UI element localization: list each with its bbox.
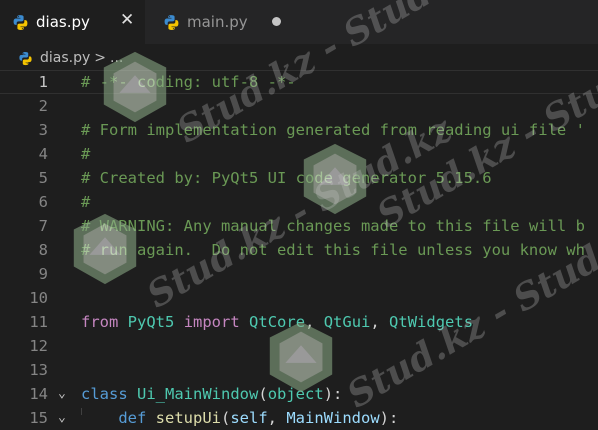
code-token: ): [323, 385, 343, 403]
code-text: from PyQt5 import QtCore, QtGui, QtWidge… [81, 310, 473, 334]
code-token: QtWidgets [389, 313, 474, 331]
line-number: 14 [29, 385, 48, 403]
code-line[interactable]: 7 # WARNING: Any manual changes made to t… [0, 214, 598, 238]
code-line[interactable]: 6 # [0, 190, 598, 214]
code-token: QtGui [323, 313, 371, 331]
code-token: # -*- coding: utf-8 -*- [81, 73, 296, 91]
code-line[interactable]: 1 # -*- coding: utf-8 -*- [0, 70, 598, 94]
code-token: ): [379, 409, 399, 427]
tab-bar: dias.py ✕ main.py [0, 0, 598, 44]
code-line[interactable]: 9 [0, 262, 598, 286]
code-token: def [118, 409, 147, 427]
code-token: object [267, 385, 324, 403]
code-token: ( [258, 385, 268, 403]
fold-chevron-icon[interactable]: ⌄ [58, 406, 72, 430]
line-number: 5 [38, 169, 48, 187]
code-token: setupUi [155, 409, 221, 427]
code-token: # [81, 193, 91, 211]
chevron-right-icon: > [94, 50, 107, 66]
line-number: 2 [38, 97, 48, 115]
breadcrumb-file[interactable]: dias.py [40, 50, 90, 66]
line-number: 7 [38, 217, 48, 235]
code-token: , [370, 313, 390, 331]
code-text: # run again. Do not edit this file unles… [81, 238, 585, 262]
code-text: def setupUi(self, MainWindow): [81, 406, 398, 430]
tab-label: main.py [187, 13, 248, 31]
code-line[interactable]: 8 # run again. Do not edit this file unle… [0, 238, 598, 262]
line-number: 11 [29, 313, 48, 331]
unsaved-dot-icon[interactable] [272, 17, 281, 26]
python-file-icon [12, 14, 29, 31]
fold-chevron-icon[interactable]: ⌄ [58, 382, 72, 406]
tab-main-py[interactable]: main.py [145, 0, 300, 44]
code-token: PyQt5 [127, 313, 175, 331]
code-token: # Created by: PyQt5 UI code generator 5.… [81, 169, 492, 187]
code-token: , [305, 313, 324, 331]
close-icon[interactable]: ✕ [120, 12, 134, 29]
code-text: # Created by: PyQt5 UI code generator 5.… [81, 166, 492, 190]
line-number: 10 [29, 289, 48, 307]
code-token: import [183, 313, 240, 331]
code-token: , [267, 409, 287, 427]
python-file-icon [18, 51, 33, 66]
breadcrumb: dias.py > ... [0, 44, 598, 72]
code-text: # Form implementation generated from rea… [81, 118, 585, 142]
code-line[interactable]: 13 [0, 358, 598, 382]
code-text: # WARNING: Any manual changes made to th… [81, 214, 585, 238]
line-number: 6 [38, 193, 48, 211]
code-token: QtCore [249, 313, 306, 331]
line-number: 1 [38, 73, 48, 91]
code-line[interactable]: 14 ⌄ class Ui_MainWindow(object): [0, 382, 598, 406]
line-number: 3 [38, 121, 48, 139]
code-line[interactable]: 10 [0, 286, 598, 310]
code-text: # -*- coding: utf-8 -*- [81, 71, 296, 93]
code-text: class Ui_MainWindow(object): [81, 382, 342, 406]
tab-dias-py[interactable]: dias.py ✕ [0, 0, 145, 44]
code-token: # Form implementation generated from rea… [81, 121, 585, 139]
code-token: class [81, 385, 128, 403]
line-number: 13 [29, 361, 48, 379]
code-line[interactable]: 5 # Created by: PyQt5 UI code generator 5… [0, 166, 598, 190]
code-token: # [81, 145, 91, 163]
line-number: 12 [29, 337, 48, 355]
code-line[interactable]: 2 [0, 94, 598, 118]
line-number: 15 [29, 409, 48, 427]
code-text: # [81, 190, 90, 214]
code-token: self [230, 409, 268, 427]
code-line[interactable]: 3 # Form implementation generated from re… [0, 118, 598, 142]
code-line[interactable]: 11 from PyQt5 import QtCore, QtGui, QtWid… [0, 310, 598, 334]
tab-label: dias.py [36, 13, 90, 31]
code-token: # WARNING: Any manual changes made to th… [81, 217, 585, 235]
line-number: 8 [38, 241, 48, 259]
breadcrumb-symbols[interactable]: ... [110, 50, 123, 66]
line-number: 4 [38, 145, 48, 163]
code-token: Ui_MainWindow [137, 385, 259, 403]
code-token: ( [221, 409, 231, 427]
code-token: # run again. Do not edit this file unles… [81, 241, 585, 259]
code-editor[interactable]: 1 # -*- coding: utf-8 -*- 2 3 # Form impleme… [0, 70, 598, 427]
code-line[interactable]: 12 [0, 334, 598, 358]
line-number: 9 [38, 265, 48, 283]
code-line[interactable]: 4 # [0, 142, 598, 166]
code-token: from [81, 313, 119, 331]
code-line[interactable]: 15 ⌄ def setupUi(self, MainWindow): [0, 406, 598, 430]
python-file-icon [163, 14, 180, 31]
code-token: MainWindow [286, 409, 380, 427]
code-text: # [81, 142, 90, 166]
